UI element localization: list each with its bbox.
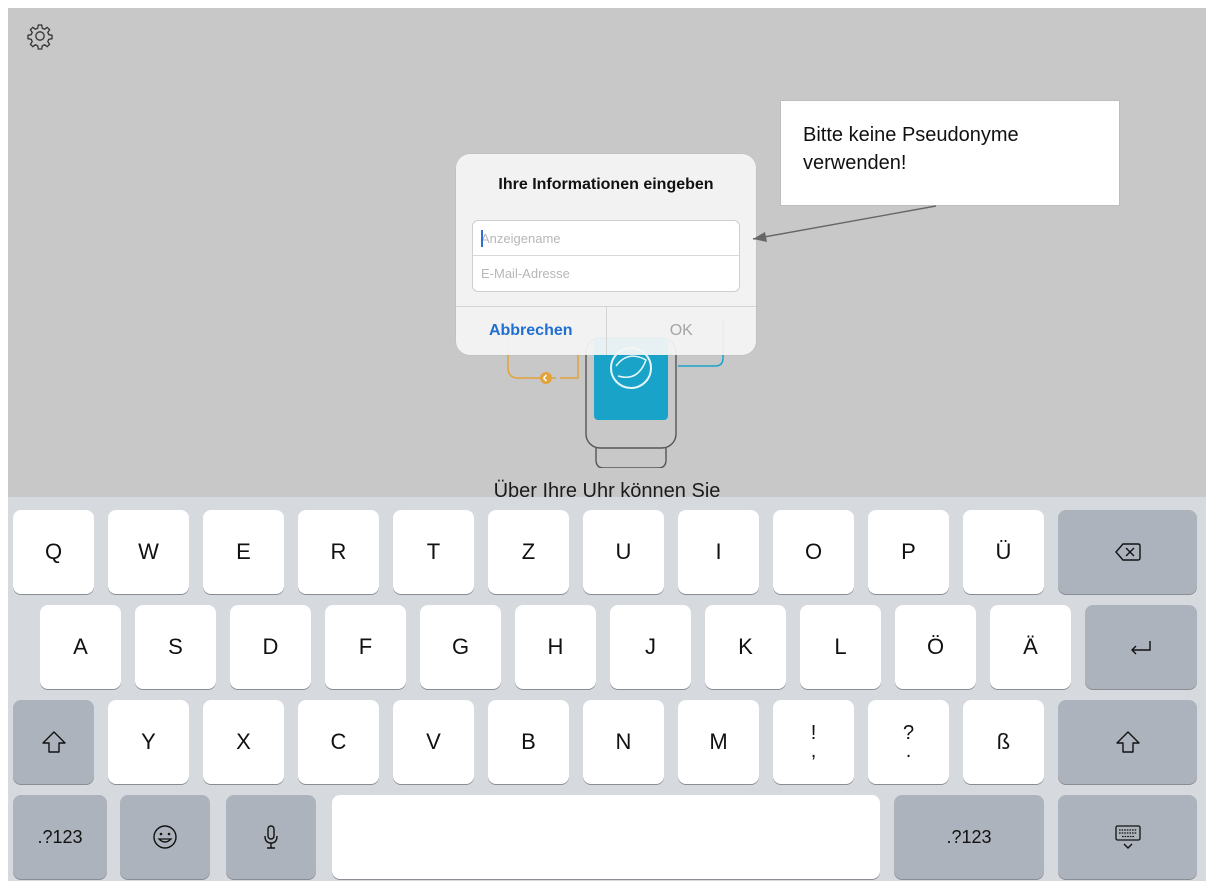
- key-y[interactable]: Y: [108, 700, 189, 784]
- key-h[interactable]: H: [515, 605, 596, 689]
- dialog-title: Ihre Informationen eingeben: [498, 176, 714, 193]
- input-group: [472, 220, 740, 292]
- dialog-actions: Abbrechen OK: [456, 306, 756, 355]
- return-icon: [1131, 641, 1151, 655]
- gear-icon[interactable]: [26, 22, 54, 50]
- key-ae[interactable]: Ä: [990, 605, 1071, 689]
- key-j[interactable]: J: [610, 605, 691, 689]
- return-key[interactable]: [1085, 605, 1197, 689]
- cancel-button[interactable]: Abbrechen: [456, 307, 607, 355]
- shift-icon: [1115, 731, 1140, 753]
- backspace-key[interactable]: [1058, 510, 1197, 594]
- keyboard-row-2: A S D F G H J K L Ö Ä: [8, 605, 1206, 689]
- key-i[interactable]: I: [678, 510, 759, 594]
- info-dialog: Ihre Informationen eingeben Abbrechen OK: [456, 154, 756, 355]
- key-p[interactable]: P: [868, 510, 949, 594]
- key-a[interactable]: A: [40, 605, 121, 689]
- microphone-key[interactable]: [226, 795, 316, 879]
- key-oe[interactable]: Ö: [895, 605, 976, 689]
- key-exclamation-comma[interactable]: ! ,: [773, 700, 854, 784]
- emoji-icon: [153, 825, 177, 849]
- numbers-key-left[interactable]: .?123: [13, 795, 107, 879]
- keyboard-hide-icon: [1114, 825, 1141, 849]
- key-v[interactable]: V: [393, 700, 474, 784]
- keyboard-row-3: Y X C V B N M ! , ? . ß: [8, 700, 1206, 784]
- space-key[interactable]: [332, 795, 880, 879]
- key-m[interactable]: M: [678, 700, 759, 784]
- key-ue[interactable]: Ü: [963, 510, 1044, 594]
- key-x[interactable]: X: [203, 700, 284, 784]
- backspace-icon: [1114, 543, 1141, 561]
- key-c[interactable]: C: [298, 700, 379, 784]
- annotation-callout: Bitte keine Pseudonyme verwenden!: [780, 100, 1120, 206]
- punct-stack-2: ? .: [903, 723, 914, 762]
- key-f[interactable]: F: [325, 605, 406, 689]
- key-d[interactable]: D: [230, 605, 311, 689]
- app-screen: Über Ihre Uhr können Sie Ihre Informatio…: [8, 8, 1206, 881]
- key-t[interactable]: T: [393, 510, 474, 594]
- key-e[interactable]: E: [203, 510, 284, 594]
- email-input[interactable]: [473, 256, 739, 291]
- punct-stack-1: ! ,: [810, 723, 817, 762]
- key-s[interactable]: S: [135, 605, 216, 689]
- key-question-period[interactable]: ? .: [868, 700, 949, 784]
- key-b[interactable]: B: [488, 700, 569, 784]
- key-w[interactable]: W: [108, 510, 189, 594]
- key-q[interactable]: Q: [13, 510, 94, 594]
- key-sharp-s[interactable]: ß: [963, 700, 1044, 784]
- shift-key-right[interactable]: [1058, 700, 1197, 784]
- onscreen-keyboard: Q W E R T Z U I O P Ü A S D F G H J K L …: [8, 497, 1206, 881]
- text-caret: [481, 230, 483, 247]
- key-l[interactable]: L: [800, 605, 881, 689]
- hide-keyboard-key[interactable]: [1058, 795, 1197, 879]
- shift-key-left[interactable]: [13, 700, 94, 784]
- punct-bottom: ,: [810, 740, 817, 762]
- microphone-icon: [264, 825, 278, 849]
- key-g[interactable]: G: [420, 605, 501, 689]
- key-u[interactable]: U: [583, 510, 664, 594]
- emoji-key[interactable]: [120, 795, 210, 879]
- key-k[interactable]: K: [705, 605, 786, 689]
- display-name-input[interactable]: [473, 221, 739, 256]
- shift-icon: [41, 731, 66, 753]
- keyboard-row-4: .?123 .?123: [8, 795, 1206, 879]
- punct-bottom: .: [905, 740, 912, 762]
- ok-button[interactable]: OK: [607, 307, 757, 355]
- key-n[interactable]: N: [583, 700, 664, 784]
- key-z[interactable]: Z: [488, 510, 569, 594]
- key-o[interactable]: O: [773, 510, 854, 594]
- numbers-key-right[interactable]: .?123: [894, 795, 1044, 879]
- key-r[interactable]: R: [298, 510, 379, 594]
- keyboard-row-1: Q W E R T Z U I O P Ü: [8, 510, 1206, 594]
